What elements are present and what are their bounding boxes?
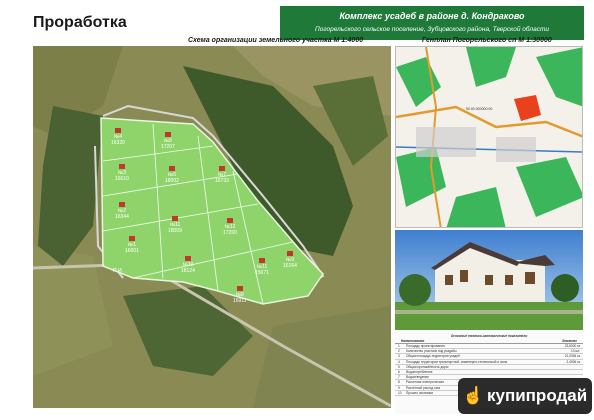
plot-marker: №1 16001 — [125, 236, 139, 254]
plot-area: 16733 — [215, 178, 229, 184]
plot-area: 16320 — [111, 140, 125, 146]
plot-area: 17260 — [223, 230, 237, 236]
plot-marker: №8 16911 — [233, 286, 247, 304]
house-icon — [164, 132, 171, 137]
plot-area: 17207 — [161, 144, 175, 150]
house-icon — [218, 166, 225, 171]
plot-marker: №9 16164 — [283, 251, 297, 269]
plot-marker: №11 15671 — [255, 258, 269, 276]
road-label: П.И. — [113, 268, 123, 274]
plot-marker: №6 18002 — [165, 166, 179, 184]
row-name: Площадь территории транспортной, инженер… — [406, 359, 508, 364]
house-icon — [114, 128, 121, 133]
house-icon — [118, 164, 125, 169]
row-number: 7 — [398, 375, 400, 380]
row-number: 1 — [398, 344, 400, 349]
plot-marker: №2 16344 — [115, 202, 129, 220]
hand-icon: ☝ — [462, 386, 484, 405]
plot-marker: №3 16610 — [115, 164, 129, 182]
page-title: Проработка — [33, 14, 127, 31]
row-number: 10 — [398, 390, 402, 395]
col-name-header: Наименование — [401, 339, 425, 343]
house-icon — [128, 236, 135, 241]
plot-marker: №4 16320 — [111, 128, 125, 146]
row-name: Общая площадь территории усадеб — [406, 354, 460, 359]
row-number: 3 — [398, 354, 400, 359]
row-name: Площадь проектирования — [406, 344, 445, 349]
row-name: Водопотребление — [406, 370, 433, 375]
site-scheme-map: №4 16320 №5 17207 №3 16610 №6 18002 №7 16733 №2 163… — [33, 46, 391, 408]
row-number: 2 — [398, 349, 400, 354]
kupiprodai-watermark: ☝ купипродай — [458, 378, 592, 414]
table-title: Основные технико-экономические показател… — [450, 334, 528, 338]
row-number: 6 — [398, 370, 400, 375]
plot-area: 16001 — [125, 248, 139, 254]
project-banner: Комплекс усадеб в районе д. Кондраково П… — [280, 6, 584, 40]
row-number: 4 — [398, 359, 400, 364]
row-value: 13 шт. — [571, 349, 580, 354]
house-icon — [286, 251, 293, 256]
plot-marker: №12 17260 — [223, 218, 237, 236]
plot-area: 16911 — [233, 298, 247, 304]
house-icon — [184, 256, 191, 261]
col-value-header: Значение — [562, 339, 577, 343]
house-icon — [171, 216, 178, 221]
row-number: 8 — [398, 380, 400, 385]
row-value: 2,4906 га — [566, 359, 581, 364]
plot-marker: №11 18009 — [168, 216, 182, 234]
row-name: Общая протяжённость дорог — [406, 364, 449, 369]
house-icon — [118, 202, 125, 207]
house-icon — [236, 286, 243, 291]
plot-area: 18009 — [168, 228, 182, 234]
plot-area: 18124 — [181, 268, 195, 274]
row-number: 5 — [398, 364, 400, 369]
plot-area: 15671 — [255, 270, 269, 276]
plot-marker: №5 17207 — [161, 132, 175, 150]
house-icon — [258, 258, 265, 263]
plot-area: 16344 — [115, 214, 129, 220]
banner-subtitle: Погорельского сельское поселение, Зубцов… — [315, 26, 549, 33]
house-photo — [395, 230, 583, 330]
plot-area: 16610 — [115, 176, 129, 182]
watermark-text: купипродай — [486, 386, 588, 405]
house-icon — [226, 218, 233, 223]
plot-marker: №7 16733 — [215, 166, 229, 184]
row-value: 21,0394 га — [564, 354, 580, 359]
row-number: 9 — [398, 385, 400, 390]
banner-title: Комплекс усадеб в районе д. Кондраково — [339, 11, 525, 21]
plot-area: 18002 — [165, 178, 179, 184]
genplan-caption: Генплан Погорельского сп М 1:30000 — [422, 37, 552, 44]
house-icon — [168, 166, 175, 171]
row-name: Количество участков под усадьбы — [406, 349, 457, 354]
scheme-caption: Схема организации земельного участка М 1… — [188, 37, 364, 44]
site-code-label: 50.00.000000.00 — [466, 107, 493, 111]
general-plan-map: 50.00.000000.00 — [395, 46, 583, 228]
plot-area: 16164 — [283, 263, 297, 269]
row-value: 23,6000 га — [564, 344, 580, 349]
plot-marker: №10 18124 — [181, 256, 195, 274]
